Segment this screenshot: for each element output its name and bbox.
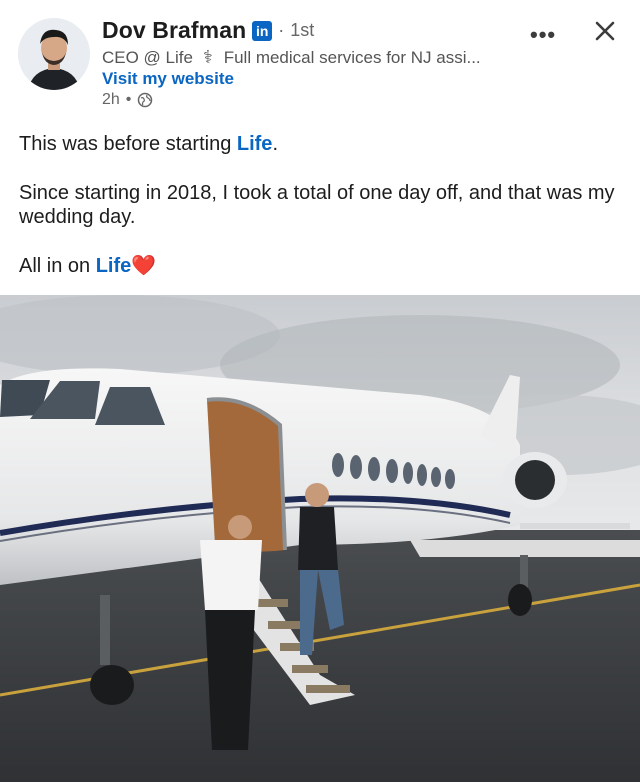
post-paragraph: All in on Life❤️: [19, 254, 619, 278]
author-headline: CEO @ Life ⚕ Full medical services for N…: [102, 47, 481, 68]
separator-dot: ·: [278, 20, 285, 40]
avatar-photo: [18, 18, 90, 90]
heart-emoji: ❤️: [131, 255, 157, 277]
linkedin-icon: in: [252, 20, 273, 41]
company-mention-link[interactable]: Life: [96, 255, 132, 277]
more-options-button[interactable]: •••: [530, 22, 556, 48]
post-text-segment: This was before starting: [19, 133, 237, 155]
globe-icon: [138, 92, 153, 108]
post-image[interactable]: [0, 295, 640, 782]
jet-photo: [0, 295, 640, 782]
post-age: 2h: [102, 91, 120, 108]
post-paragraph: Since starting in 2018, I took a total o…: [19, 182, 615, 228]
connection-degree: 1st: [290, 20, 315, 40]
separator-dot: •: [125, 91, 132, 108]
close-icon[interactable]: [592, 18, 618, 44]
post-meta: 2h •: [102, 91, 153, 109]
visit-website-link[interactable]: Visit my website: [102, 69, 234, 89]
avatar[interactable]: [18, 18, 90, 90]
post-header: Dov Brafman in · 1st CEO @ Life ⚕ Full m…: [0, 0, 640, 120]
headline-suffix: Full medical services for NJ assi...: [223, 47, 481, 67]
post-paragraph: This was before starting Life.: [19, 132, 619, 156]
author-name[interactable]: Dov Brafman: [102, 17, 246, 44]
caduceus-icon: ⚕: [202, 47, 213, 67]
author-name-row: Dov Brafman in · 1st: [102, 17, 314, 44]
company-mention-link[interactable]: Life: [237, 133, 273, 155]
post-body: This was before starting Life. Since sta…: [19, 132, 619, 303]
headline-prefix: CEO @ Life: [102, 47, 193, 67]
post-text-segment: All in on: [19, 255, 96, 277]
post-text-segment: .: [272, 133, 278, 155]
